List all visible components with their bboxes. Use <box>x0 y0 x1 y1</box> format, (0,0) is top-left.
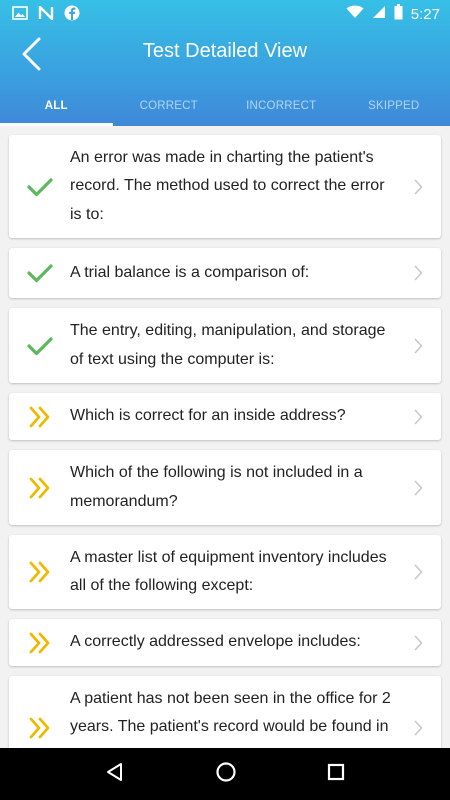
wifi-icon <box>346 5 364 24</box>
chevron-right-icon <box>395 265 441 281</box>
double-chevron-right-icon <box>9 632 70 654</box>
question-text: Which of the following is not included i… <box>70 464 363 510</box>
system-nav-bar <box>0 748 450 800</box>
double-chevron-right-icon <box>9 561 70 583</box>
question-card[interactable]: An error was made in charting the patien… <box>9 135 441 238</box>
question-card[interactable]: A master list of equipment inventory inc… <box>9 535 441 609</box>
check-icon <box>9 336 70 356</box>
question-text: The entry, editing, manipulation, and st… <box>70 322 386 368</box>
tab-bar: ALL CORRECT INCORRECT SKIPPED <box>0 90 450 126</box>
double-chevron-right-icon <box>9 477 70 499</box>
double-chevron-right-icon <box>9 406 70 428</box>
chevron-right-icon <box>395 178 441 195</box>
question-list[interactable]: An error was made in charting the patien… <box>0 126 450 748</box>
question-card[interactable]: The entry, editing, manipulation, and st… <box>9 308 441 383</box>
status-time: 5:27 <box>410 6 440 23</box>
facebook-icon <box>64 5 80 26</box>
chevron-right-icon <box>395 719 441 736</box>
check-icon <box>9 263 70 283</box>
question-card[interactable]: Which is correct for an inside address? <box>9 393 441 440</box>
chevron-right-icon <box>395 337 441 354</box>
tab-incorrect[interactable]: INCORRECT <box>225 90 338 126</box>
home-circle-icon[interactable] <box>215 761 237 788</box>
question-text: Which is correct for an inside address? <box>70 407 346 425</box>
page-title: Test Detailed View <box>142 40 308 62</box>
signal-icon <box>372 5 386 24</box>
chevron-right-icon <box>395 408 441 425</box>
back-triangle-icon[interactable] <box>105 762 125 787</box>
tab-all[interactable]: ALL <box>0 90 113 126</box>
tab-correct[interactable]: CORRECT <box>113 90 226 126</box>
battery-icon <box>394 4 403 25</box>
question-text: A master list of equipment inventory inc… <box>70 548 387 595</box>
question-text: A trial balance is a comparison of: <box>70 263 310 281</box>
question-text: An error was made in charting the patien… <box>70 148 385 223</box>
chevron-right-icon <box>395 634 441 651</box>
double-chevron-right-icon <box>9 717 70 739</box>
question-text: A correctly addressed envelope includes: <box>70 633 361 651</box>
n-app-icon <box>38 4 54 25</box>
tab-skipped[interactable]: SKIPPED <box>338 90 450 126</box>
chevron-right-icon <box>395 564 441 580</box>
recents-square-icon[interactable] <box>327 763 345 786</box>
question-text: A patient has not been seen in the offic… <box>70 689 391 748</box>
question-card[interactable]: Which of the following is not included i… <box>9 450 441 525</box>
app-header: 5:27 Test Detailed View ALL CORRECT INCO… <box>0 0 450 126</box>
chevron-right-icon <box>395 479 441 496</box>
question-card[interactable]: A trial balance is a comparison of: <box>9 248 441 298</box>
question-card[interactable]: A correctly addressed envelope includes: <box>9 619 441 666</box>
status-bar: 5:27 <box>0 0 450 26</box>
check-icon <box>9 177 70 197</box>
image-icon <box>12 6 28 25</box>
question-card[interactable]: A patient has not been seen in the offic… <box>9 676 441 748</box>
